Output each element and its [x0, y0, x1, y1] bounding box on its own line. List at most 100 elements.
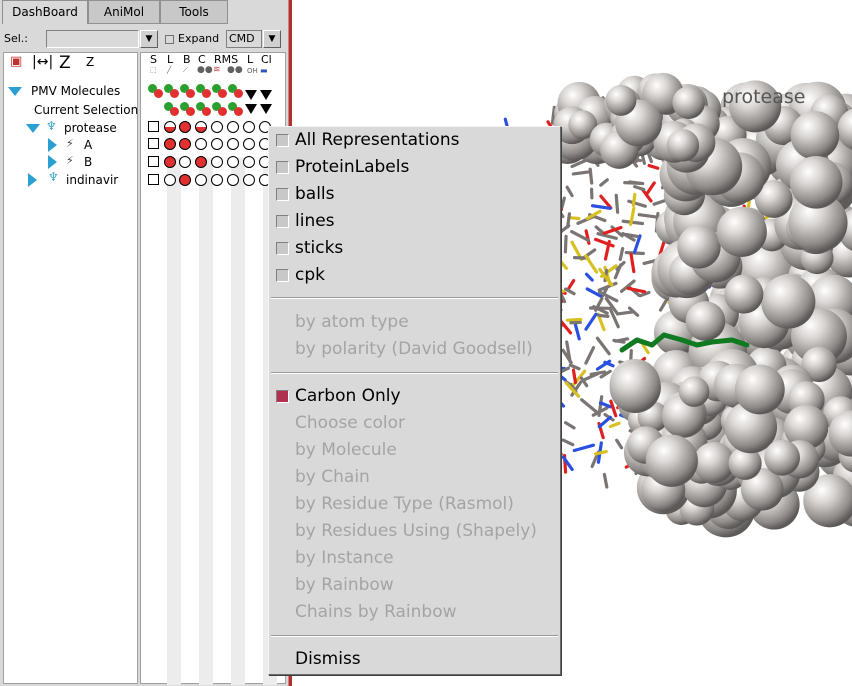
column-header-cl[interactable]: Cl [261, 53, 272, 66]
tab-tools[interactable]: Tools [160, 0, 228, 24]
distance-tool-icon[interactable]: |↔| [32, 54, 53, 70]
cmd-combo[interactable]: CMD [226, 30, 262, 48]
toggle-dot[interactable] [186, 89, 195, 98]
lines-toggle[interactable] [164, 156, 176, 168]
select-toggle[interactable] [148, 138, 159, 149]
select-tool-icon[interactable]: ▣ [10, 54, 22, 69]
toggle-dot[interactable] [202, 89, 211, 98]
menu-by-atom-type: by atom type [295, 312, 409, 332]
lines-toggle[interactable] [164, 138, 176, 150]
toggle-dot[interactable] [218, 107, 227, 116]
column-header-s[interactable]: S [150, 53, 157, 66]
column-header-l2[interactable]: L [247, 53, 253, 66]
expand-indinavir-icon[interactable] [28, 173, 37, 187]
balls-checkbox[interactable] [276, 188, 289, 201]
z-label[interactable]: Z [86, 55, 94, 69]
bond [629, 252, 636, 274]
labels-toggle[interactable] [243, 174, 255, 186]
cpk-toggle[interactable] [195, 121, 207, 133]
menu-protein-labels[interactable]: ProteinLabels [295, 157, 409, 177]
sticks-toggle[interactable] [179, 174, 191, 186]
cpk-toggle[interactable] [195, 174, 207, 186]
tree-root[interactable]: PMV Molecules [31, 84, 120, 98]
toggle-dot[interactable] [202, 107, 211, 116]
protein-labels-checkbox[interactable] [276, 161, 289, 174]
bond [596, 232, 618, 240]
labels-toggle[interactable] [243, 121, 255, 133]
tree-chain-b[interactable]: B [84, 155, 92, 169]
label-menu-toggle[interactable] [245, 90, 257, 100]
bond [599, 178, 609, 187]
menu-dismiss[interactable]: Dismiss [295, 649, 361, 669]
toggle-dot[interactable] [154, 89, 163, 98]
msms-toggle[interactable] [227, 174, 239, 186]
menu-cpk[interactable]: cpk [295, 265, 325, 285]
labels-toggle[interactable] [243, 156, 255, 168]
ribbon-toggle[interactable] [211, 121, 223, 133]
cpk-checkbox[interactable] [276, 269, 289, 282]
select-toggle[interactable] [148, 121, 159, 132]
toggle-dot[interactable] [234, 107, 243, 116]
expand-checkbox[interactable] [165, 35, 174, 44]
selection-input[interactable] [46, 30, 139, 48]
column-header-b[interactable]: B [183, 53, 191, 66]
color-menu-toggle[interactable] [260, 104, 272, 114]
bond [612, 338, 626, 344]
carbon-only-checkbox[interactable] [276, 390, 289, 403]
msms-toggle[interactable] [227, 156, 239, 168]
menu-sticks[interactable]: sticks [295, 238, 343, 258]
lines-toggle[interactable] [164, 121, 176, 133]
toggle-dot[interactable] [218, 89, 227, 98]
cpk-toggle[interactable] [195, 138, 207, 150]
menu-all-representations[interactable]: All Representations [295, 130, 459, 150]
expand-root-icon[interactable] [8, 87, 22, 96]
ribbon-toggle[interactable] [211, 174, 223, 186]
sticks-toggle[interactable] [179, 156, 191, 168]
column-header-l[interactable]: L [167, 53, 173, 66]
toggle-dot[interactable] [170, 89, 179, 98]
tree-current-selection[interactable]: Current Selection [34, 103, 138, 117]
bond [597, 313, 610, 318]
zoom-tool-icon[interactable]: Z [59, 53, 71, 73]
labels-toggle[interactable] [243, 138, 255, 150]
msms-toggle[interactable] [227, 138, 239, 150]
label-menu-toggle[interactable] [245, 104, 257, 114]
msms-toggle[interactable] [227, 121, 239, 133]
menu-by-polarity: by polarity (David Goodsell) [295, 339, 533, 359]
sticks-toggle[interactable] [179, 138, 191, 150]
expand-chain-b-icon[interactable] [48, 155, 57, 169]
cmd-dropdown-button[interactable]: ▼ [263, 30, 281, 48]
toggle-dot[interactable] [234, 89, 243, 98]
tab-animol[interactable]: AniMol [88, 0, 160, 24]
expand-protease-icon[interactable] [26, 124, 40, 133]
sticks-checkbox[interactable] [276, 242, 289, 255]
tree-molecule-protease[interactable]: protease [64, 121, 117, 135]
menu-carbon-only[interactable]: Carbon Only [295, 386, 401, 406]
lines-toggle[interactable] [164, 174, 176, 186]
menu-by-residues-shapely: by Residues Using (Shapely) [295, 521, 537, 541]
menu-by-rainbow: by Rainbow [295, 575, 394, 595]
atom-sphere [789, 155, 843, 209]
cpk-toggle[interactable] [195, 156, 207, 168]
tab-dashboard[interactable]: DashBoard [2, 0, 88, 24]
color-menu-toggle[interactable] [260, 90, 272, 100]
sticks-toggle[interactable] [179, 121, 191, 133]
atom-sphere [645, 434, 698, 487]
menu-lines[interactable]: lines [295, 211, 335, 231]
ribbon-toggle[interactable] [211, 138, 223, 150]
bond [647, 163, 660, 170]
toggle-dot[interactable] [186, 107, 195, 116]
bond [573, 320, 581, 341]
tree-molecule-indinavir[interactable]: indinavir [66, 173, 118, 187]
select-toggle[interactable] [148, 174, 159, 185]
ribbon-toggle[interactable] [211, 156, 223, 168]
select-toggle[interactable] [148, 156, 159, 167]
selection-dropdown-button[interactable]: ▼ [140, 30, 158, 48]
menu-balls[interactable]: balls [295, 184, 335, 204]
lines-checkbox[interactable] [276, 215, 289, 228]
toggle-dot[interactable] [170, 107, 179, 116]
all-representations-checkbox[interactable] [276, 134, 289, 147]
tree-chain-a[interactable]: A [84, 138, 92, 152]
expand-chain-a-icon[interactable] [48, 138, 57, 152]
bond [563, 234, 568, 254]
